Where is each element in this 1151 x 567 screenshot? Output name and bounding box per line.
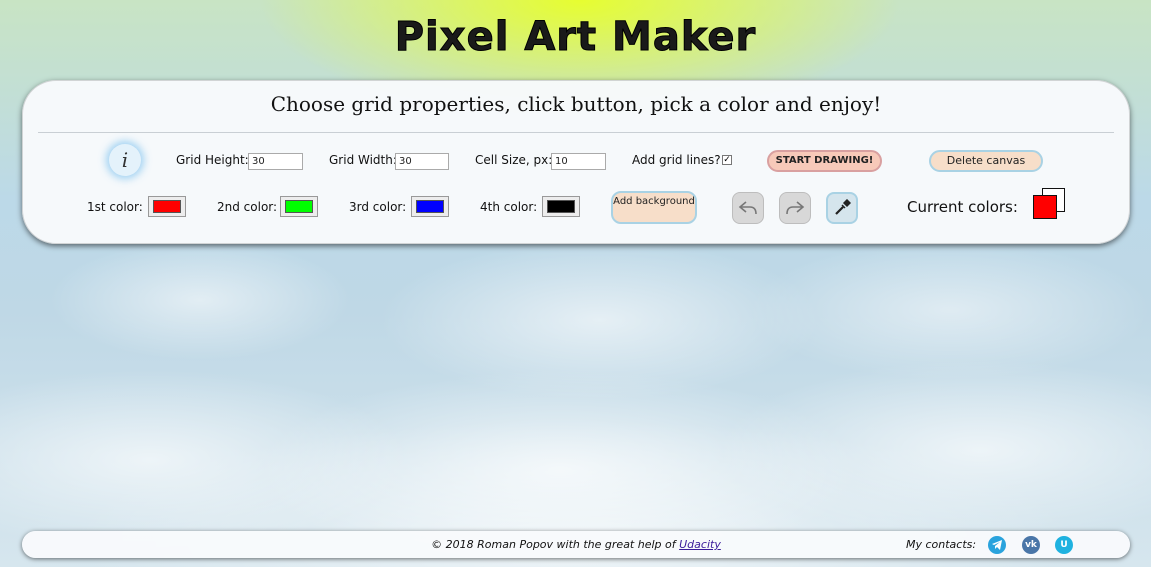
- grid-width-label: Grid Width:: [329, 153, 397, 167]
- color-4-label: 4th color:: [480, 200, 538, 214]
- telegram-icon: [991, 540, 1002, 550]
- telegram-link[interactable]: [988, 536, 1006, 554]
- grid-lines-label: Add grid lines?: [632, 153, 721, 167]
- redo-button[interactable]: [779, 192, 811, 224]
- cell-size-label: Cell Size, px:: [475, 153, 553, 167]
- grid-width-input[interactable]: [395, 153, 449, 170]
- udacity-icon: U: [1060, 540, 1068, 550]
- app-title: Pixel Art Maker: [394, 14, 757, 61]
- add-background-button[interactable]: Add background: [611, 191, 697, 224]
- current-colors-label: Current colors:: [907, 198, 1018, 216]
- vk-link[interactable]: vk: [1022, 536, 1040, 554]
- current-primary-color[interactable]: [1033, 195, 1057, 219]
- controls-panel: Choose grid properties, click button, pi…: [22, 80, 1130, 244]
- color-1-label: 1st color:: [87, 200, 143, 214]
- instructions-text: Choose grid properties, click button, pi…: [270, 92, 882, 116]
- info-icon[interactable]: i: [109, 144, 141, 176]
- color-2-swatch: [285, 200, 313, 213]
- start-drawing-button[interactable]: START DRAWING!: [767, 150, 882, 172]
- color-2-picker[interactable]: [280, 196, 318, 217]
- copyright-text: © 2018 Roman Popov with the great help o…: [431, 538, 676, 551]
- undo-button[interactable]: [732, 192, 764, 224]
- grid-height-input[interactable]: [248, 153, 303, 170]
- divider: [38, 132, 1114, 133]
- eyedropper-icon: [835, 199, 851, 215]
- color-3-picker[interactable]: [411, 196, 449, 217]
- color-2-label: 2nd color:: [217, 200, 278, 214]
- redo-icon: [786, 201, 805, 215]
- cell-size-input[interactable]: [551, 153, 606, 170]
- color-1-picker[interactable]: [148, 196, 186, 217]
- eyedropper-button[interactable]: [826, 192, 858, 224]
- color-4-picker[interactable]: [542, 196, 580, 217]
- grid-lines-checkbox[interactable]: ✓: [722, 155, 732, 165]
- color-4-swatch: [547, 200, 575, 213]
- undo-icon: [738, 201, 757, 215]
- delete-canvas-button[interactable]: Delete canvas: [929, 150, 1043, 172]
- grid-height-label: Grid Height:: [176, 153, 249, 167]
- udacity-link[interactable]: Udacity: [679, 538, 721, 551]
- contacts-label: My contacts:: [906, 538, 977, 551]
- footer: © 2018 Roman Popov with the great help o…: [22, 531, 1130, 558]
- color-3-label: 3rd color:: [349, 200, 407, 214]
- color-1-swatch: [153, 200, 181, 213]
- udacity-social-link[interactable]: U: [1055, 536, 1073, 554]
- color-3-swatch: [416, 200, 444, 213]
- vk-icon: vk: [1025, 540, 1037, 550]
